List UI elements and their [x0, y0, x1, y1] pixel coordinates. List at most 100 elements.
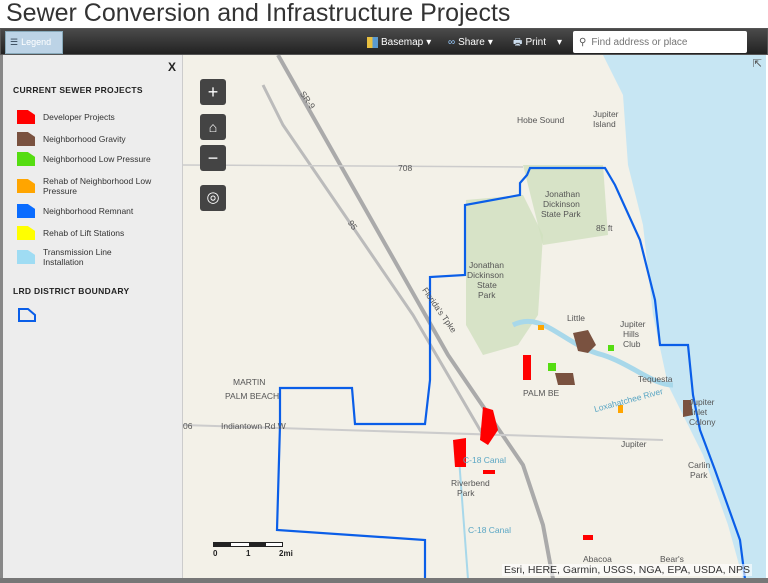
map-label-r708: 708 — [398, 163, 413, 173]
close-legend-button[interactable]: X — [168, 60, 176, 74]
scale-2: 2mi — [279, 549, 293, 558]
legend-item-label: Transmission Line Installation — [43, 247, 112, 267]
map-label-jdsp2c: State — [477, 280, 497, 290]
map-label-indiantown: Indiantown Rd W — [221, 421, 286, 431]
boundary-swatch-icon — [18, 308, 36, 322]
print-label: Print — [525, 37, 547, 48]
map-label-jdsp2d: Park — [478, 290, 496, 300]
basemap — [183, 55, 766, 579]
zoom-out-button[interactable]: − — [200, 145, 226, 171]
map-label-jhc1: Jupiter — [620, 319, 646, 329]
project-polygons — [453, 325, 693, 540]
legend-swatch-icon — [17, 152, 35, 166]
map-label-palm2: PALM BE — [523, 388, 560, 398]
map-label-jisland2: Island — [593, 119, 616, 129]
legend-item: Rehab of Neighborhood Low Pressure — [17, 176, 153, 196]
map-label-carlin2: Park — [690, 470, 708, 480]
map-label-martin: MARTIN — [233, 377, 266, 387]
printer-icon: 🖶 — [513, 37, 523, 48]
map-label-abacoa: Abacoa — [583, 554, 612, 564]
map-label-jupiter: Jupiter — [621, 439, 647, 449]
search-icon: ⚲ — [579, 36, 587, 48]
legend-swatch-icon — [17, 110, 35, 124]
print-options-dropdown[interactable]: ▾ — [557, 29, 562, 56]
legend-label: Legend — [21, 37, 52, 47]
map-label-tequesta: Tequesta — [638, 374, 673, 384]
legend-heading-district-boundary: LRD DISTRICT BOUNDARY — [13, 286, 130, 296]
link-icon: ∞ — [448, 37, 456, 48]
legend-heading-sewer-projects: CURRENT SEWER PROJECTS — [13, 85, 143, 95]
map-label-jic3: Colony — [689, 417, 716, 427]
map-label-river2: Park — [457, 488, 475, 498]
legend-item-label: Rehab of Neighborhood Low Pressure — [43, 176, 152, 196]
zoom-in-button[interactable]: + — [200, 79, 226, 105]
legend-item-label: Rehab of Lift Stations — [43, 228, 125, 238]
legend-swatch-icon — [17, 132, 35, 146]
page-title: Sewer Conversion and Infrastructure Proj… — [6, 0, 511, 27]
map-label-jdsp2a: Jonathan — [469, 260, 504, 270]
map-label-hobe: Hobe Sound — [517, 115, 565, 125]
legend-swatch-icon — [17, 250, 35, 264]
legend-item: Neighborhood Low Pressure — [17, 152, 153, 166]
map-label-jic1: Jupiter — [689, 397, 715, 407]
share-label: Share — [458, 37, 485, 48]
expand-icon[interactable]: ⇱ — [753, 57, 762, 70]
map-label-jic2: Inlet — [691, 407, 708, 417]
map-label-jdsp1c: State Park — [541, 209, 581, 219]
map-attribution: Esri, HERE, Garmin, USGS, NGA, EPA, USDA… — [501, 564, 752, 576]
legend-icon: ☰ — [10, 37, 19, 47]
map-label-c18b: C-18 Canal — [468, 525, 511, 535]
map-label-carlin1: Carlin — [688, 460, 711, 470]
legend-swatch-icon — [17, 204, 35, 218]
basemap-button[interactable]: Basemap ▾ — [367, 29, 431, 56]
map-label-jhc2: Hills — [623, 329, 640, 339]
basemap-grid-icon — [367, 37, 378, 48]
home-button[interactable]: ⌂ — [200, 114, 226, 140]
map-label-c18: C-18 Canal — [463, 455, 506, 465]
map-label-jisland1: Jupiter — [593, 109, 619, 119]
legend-item: Transmission Line Installation — [17, 247, 153, 267]
legend-button[interactable]: ☰ Legend — [5, 31, 63, 54]
scale-1: 1 — [246, 549, 251, 558]
search-input[interactable] — [591, 36, 742, 48]
map-label-bears: Bear's — [660, 554, 684, 564]
ocean — [603, 55, 766, 579]
legend-item: Neighborhood Gravity — [17, 132, 153, 146]
toolbar: ☰ Legend Basemap ▾ ∞ Share ▾ 🖶 Print ▾ ⚲ — [0, 28, 768, 55]
locate-icon: ◎ — [206, 189, 220, 206]
legend-item-label: Neighborhood Gravity — [43, 134, 126, 144]
map-label-little: Little — [567, 313, 585, 323]
legend-swatch-icon — [17, 226, 35, 240]
legend-item-label: Neighborhood Low Pressure — [43, 154, 151, 164]
map-label-jdsp1b: Dickinson — [543, 199, 580, 209]
map-label-river1: Riverbend — [451, 478, 490, 488]
map-label-jhc3: Club — [623, 339, 641, 349]
bottom-frame — [0, 578, 768, 583]
basemap-label: Basemap — [381, 37, 424, 48]
map-label-r706: 06 — [183, 421, 193, 431]
map-label-ft85: 85 ft — [596, 223, 613, 233]
chevron-down-icon: ▾ — [426, 37, 432, 48]
legend-panel: X CURRENT SEWER PROJECTS Developer Proje… — [0, 55, 183, 583]
legend-item-label: Neighborhood Remnant — [43, 206, 134, 216]
scale-bar: 0 1 2mi — [213, 542, 293, 558]
map-label-jdsp1a: Jonathan — [545, 189, 580, 199]
chevron-down-icon: ▾ — [487, 37, 493, 48]
map-view[interactable]: Hobe Sound Jupiter Island Jonathan Dickinson… — [183, 55, 766, 579]
legend-item: Developer Projects — [17, 110, 153, 124]
legend-item: Rehab of Lift Stations — [17, 226, 153, 240]
road-708 — [183, 164, 524, 168]
home-icon: ⌂ — [208, 119, 218, 135]
legend-swatch-icon — [17, 179, 35, 193]
legend-item-label: Developer Projects — [43, 112, 115, 122]
turnpike-road — [261, 84, 485, 436]
locate-button[interactable]: ◎ — [200, 185, 226, 211]
scale-0: 0 — [213, 549, 218, 558]
search-box[interactable]: ⚲ — [573, 31, 747, 53]
legend-item: Neighborhood Remnant — [17, 204, 153, 218]
map-label-palmbeach: PALM BEACH — [225, 391, 280, 401]
map-label-jdsp2b: Dickinson — [467, 270, 504, 280]
chevron-down-icon: ▾ — [557, 37, 563, 48]
share-button[interactable]: ∞ Share ▾ — [448, 29, 493, 56]
print-button[interactable]: 🖶 Print — [513, 29, 546, 56]
